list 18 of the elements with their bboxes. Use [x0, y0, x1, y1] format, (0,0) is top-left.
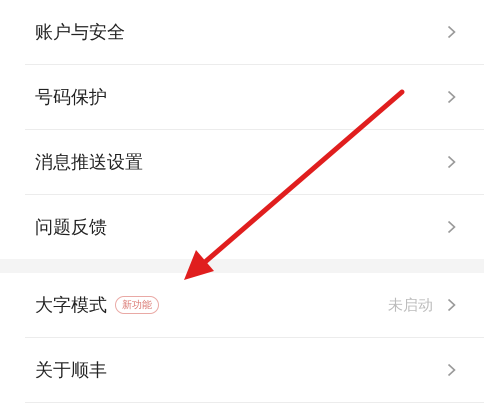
row-label: 关于顺丰 [35, 359, 107, 382]
row-label: 账户与安全 [35, 21, 125, 44]
chevron-icon [447, 155, 456, 169]
settings-row[interactable]: 账户与安全 [25, 0, 484, 65]
chevron-icon [447, 220, 456, 234]
row-label: 问题反馈 [35, 216, 107, 239]
row-value: 未启动 [388, 296, 433, 314]
settings-row[interactable]: 关于顺丰 [25, 338, 484, 403]
chevron-icon [447, 298, 456, 312]
row-label: 号码保护 [35, 86, 107, 109]
settings-row[interactable]: 消息推送设置 [25, 130, 484, 195]
chevron-icon [447, 363, 456, 377]
new-feature-badge: 新功能 [115, 296, 159, 314]
row-label: 大字模式 [35, 294, 107, 317]
settings-row[interactable]: 号码保护 [25, 65, 484, 130]
row-label: 消息推送设置 [35, 151, 143, 174]
chevron-icon [447, 25, 456, 39]
chevron-icon [447, 90, 456, 104]
